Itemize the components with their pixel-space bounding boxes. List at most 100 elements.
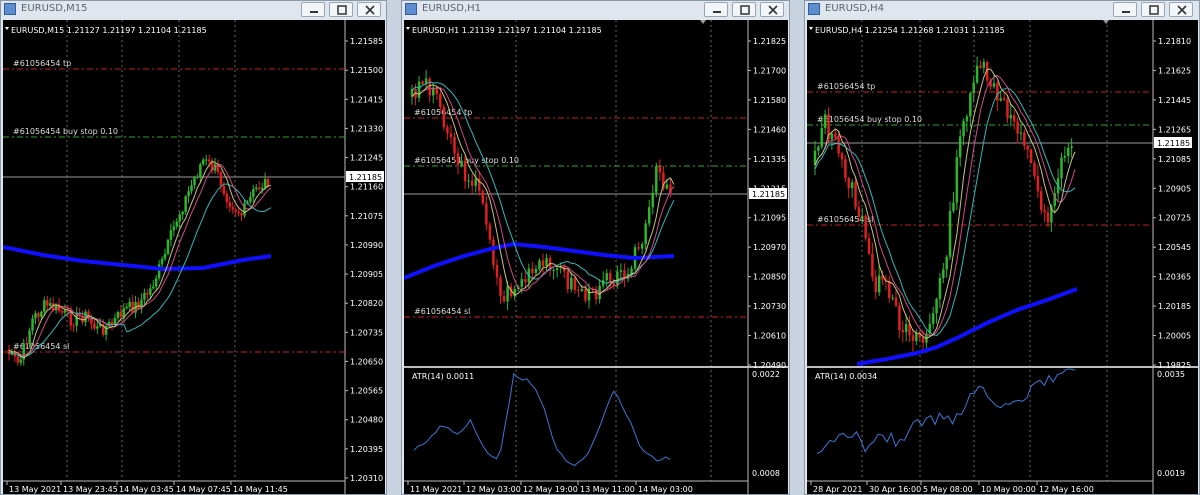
x-tick-label: 12 May 16:00 bbox=[1039, 485, 1094, 494]
candle-body bbox=[225, 193, 229, 203]
candlesticks bbox=[813, 56, 1073, 353]
title-bar[interactable]: EURUSD,H4 bbox=[805, 1, 1199, 19]
chart-window-icon bbox=[405, 3, 417, 15]
tp-label: #61056454 tp bbox=[817, 82, 875, 91]
maximize-button[interactable] bbox=[1141, 2, 1165, 17]
minimize-button[interactable] bbox=[704, 2, 728, 17]
y-tick-label: 1.21415 bbox=[350, 95, 383, 104]
candle-body bbox=[1023, 132, 1026, 146]
candle-body bbox=[1033, 163, 1036, 176]
candle-body bbox=[128, 301, 131, 307]
x-tick-label: 30 Apr 16:00 bbox=[869, 485, 921, 494]
candle-body bbox=[460, 160, 463, 166]
candle-body bbox=[172, 226, 176, 231]
candle-body bbox=[867, 238, 871, 254]
collapse-arrow-icon[interactable] bbox=[809, 27, 813, 30]
price-chart[interactable]: #61056454 tp #61056454 buy stop 0.10 #61… bbox=[807, 20, 1198, 494]
maximize-icon bbox=[1149, 5, 1159, 15]
candle-body bbox=[616, 271, 619, 286]
y-tick-label: 1.20905 bbox=[1158, 184, 1191, 193]
candle-body bbox=[820, 128, 824, 147]
maximize-button[interactable] bbox=[329, 2, 353, 17]
chart-area[interactable]: #61056454 tp #61056454 buy stop 0.10 #61… bbox=[807, 20, 1198, 494]
candle-body bbox=[178, 214, 181, 222]
close-icon bbox=[1177, 5, 1187, 15]
candle-body bbox=[263, 178, 267, 188]
candle-body bbox=[234, 209, 237, 212]
grid bbox=[66, 20, 236, 481]
atr-label: ATR(14) 0.0034 bbox=[815, 372, 877, 381]
maximize-button[interactable] bbox=[732, 2, 756, 17]
candle-body bbox=[965, 116, 969, 122]
window-title: EURUSD,H1 bbox=[422, 3, 482, 14]
chart-window-h4[interactable]: EURUSD,H4 #61056454 tp #61056454 buy sto… bbox=[804, 0, 1200, 495]
chart-window-icon bbox=[4, 3, 16, 15]
candle-body bbox=[945, 256, 948, 270]
candle-body bbox=[495, 264, 499, 278]
candle-body bbox=[157, 264, 161, 279]
minimize-button[interactable] bbox=[301, 2, 325, 17]
candle-body bbox=[463, 160, 467, 182]
collapse-arrow-icon[interactable] bbox=[5, 27, 9, 30]
y-tick-label: 1.21810 bbox=[1158, 37, 1191, 46]
candle-body bbox=[911, 335, 915, 342]
candle-body bbox=[665, 184, 669, 189]
chart-window-m15[interactable]: EURUSD,M15 #61056454 tp #61056454 buy st… bbox=[0, 0, 387, 495]
title-bar[interactable]: EURUSD,H1 bbox=[402, 1, 789, 19]
candle-body bbox=[1070, 146, 1073, 149]
candle-body bbox=[467, 180, 470, 182]
close-button[interactable] bbox=[357, 2, 381, 17]
y-tick-label: 1.20905 bbox=[350, 270, 383, 279]
chart-area[interactable]: #61056454 tp #61056454 buy stop 0.10 #61… bbox=[3, 20, 385, 494]
y-tick-label: 1.21330 bbox=[350, 124, 383, 133]
candle-body bbox=[979, 65, 982, 68]
candle-body bbox=[524, 279, 527, 283]
candle-body bbox=[1009, 115, 1013, 119]
candle-body bbox=[999, 98, 1002, 101]
symbol-header: EURUSD,M15 1.21127 1.21197 1.21104 1.211… bbox=[11, 26, 207, 35]
chart-area[interactable]: #61056454 tp #61056454 buy stop 0.10 #61… bbox=[404, 20, 788, 494]
price-chart[interactable]: #61056454 tp #61056454 buy stop 0.10 #61… bbox=[3, 20, 385, 494]
candle-body bbox=[874, 276, 878, 293]
moving-average-yellow bbox=[814, 68, 1076, 340]
candle-body bbox=[898, 305, 901, 331]
x-tick-label: 10 May 00:00 bbox=[981, 485, 1036, 494]
x-tick-label: 14 May 11:45 bbox=[233, 485, 288, 494]
candle-body bbox=[93, 323, 96, 329]
candle-body bbox=[619, 270, 623, 272]
candle-body bbox=[110, 321, 114, 325]
title-bar[interactable]: EURUSD,M15 bbox=[1, 1, 386, 19]
candle-body bbox=[439, 94, 442, 107]
price-tag: 1.21185 bbox=[752, 190, 785, 199]
minimize-button[interactable] bbox=[1113, 2, 1137, 17]
chart-window-h1[interactable]: EURUSD,H1 #61056454 tp #61056454 buy sto… bbox=[401, 0, 790, 495]
time-scale: 28 Apr 2021 30 Apr 16:00 5 May 08:00 10 May… bbox=[810, 481, 1094, 494]
candle-body bbox=[861, 215, 864, 218]
candle-body bbox=[485, 203, 488, 225]
candle-body bbox=[904, 324, 908, 333]
candle-body bbox=[655, 166, 658, 193]
chart-shift-icon[interactable] bbox=[1103, 20, 1109, 24]
candle-body bbox=[952, 202, 955, 211]
chart-shift-icon[interactable] bbox=[700, 20, 706, 24]
close-button[interactable] bbox=[1169, 2, 1193, 17]
candle-body bbox=[573, 277, 577, 291]
candle-body bbox=[854, 182, 857, 208]
candle-body bbox=[46, 300, 49, 306]
candle-body bbox=[1016, 121, 1019, 134]
candle-body bbox=[219, 172, 223, 186]
candle-body bbox=[891, 297, 894, 299]
candle-body bbox=[240, 213, 243, 216]
x-tick-label: 14 May 07:45 bbox=[176, 485, 231, 494]
x-tick-label: 12 May 19:00 bbox=[523, 485, 578, 494]
candle-body bbox=[442, 106, 446, 128]
candle-body bbox=[1026, 145, 1029, 150]
price-chart[interactable]: #61056454 tp #61056454 buy stop 0.10 #61… bbox=[404, 20, 788, 494]
candle-body bbox=[196, 176, 199, 178]
x-tick-label: 28 Apr 2021 bbox=[813, 485, 862, 494]
symbol-header: EURUSD,H4 1.21254 1.21268 1.21031 1.2118… bbox=[815, 26, 1005, 35]
y-tick-label: 1.21580 bbox=[753, 96, 786, 105]
close-button[interactable] bbox=[760, 2, 784, 17]
collapse-arrow-icon[interactable] bbox=[406, 27, 410, 30]
maximize-icon bbox=[740, 5, 750, 15]
